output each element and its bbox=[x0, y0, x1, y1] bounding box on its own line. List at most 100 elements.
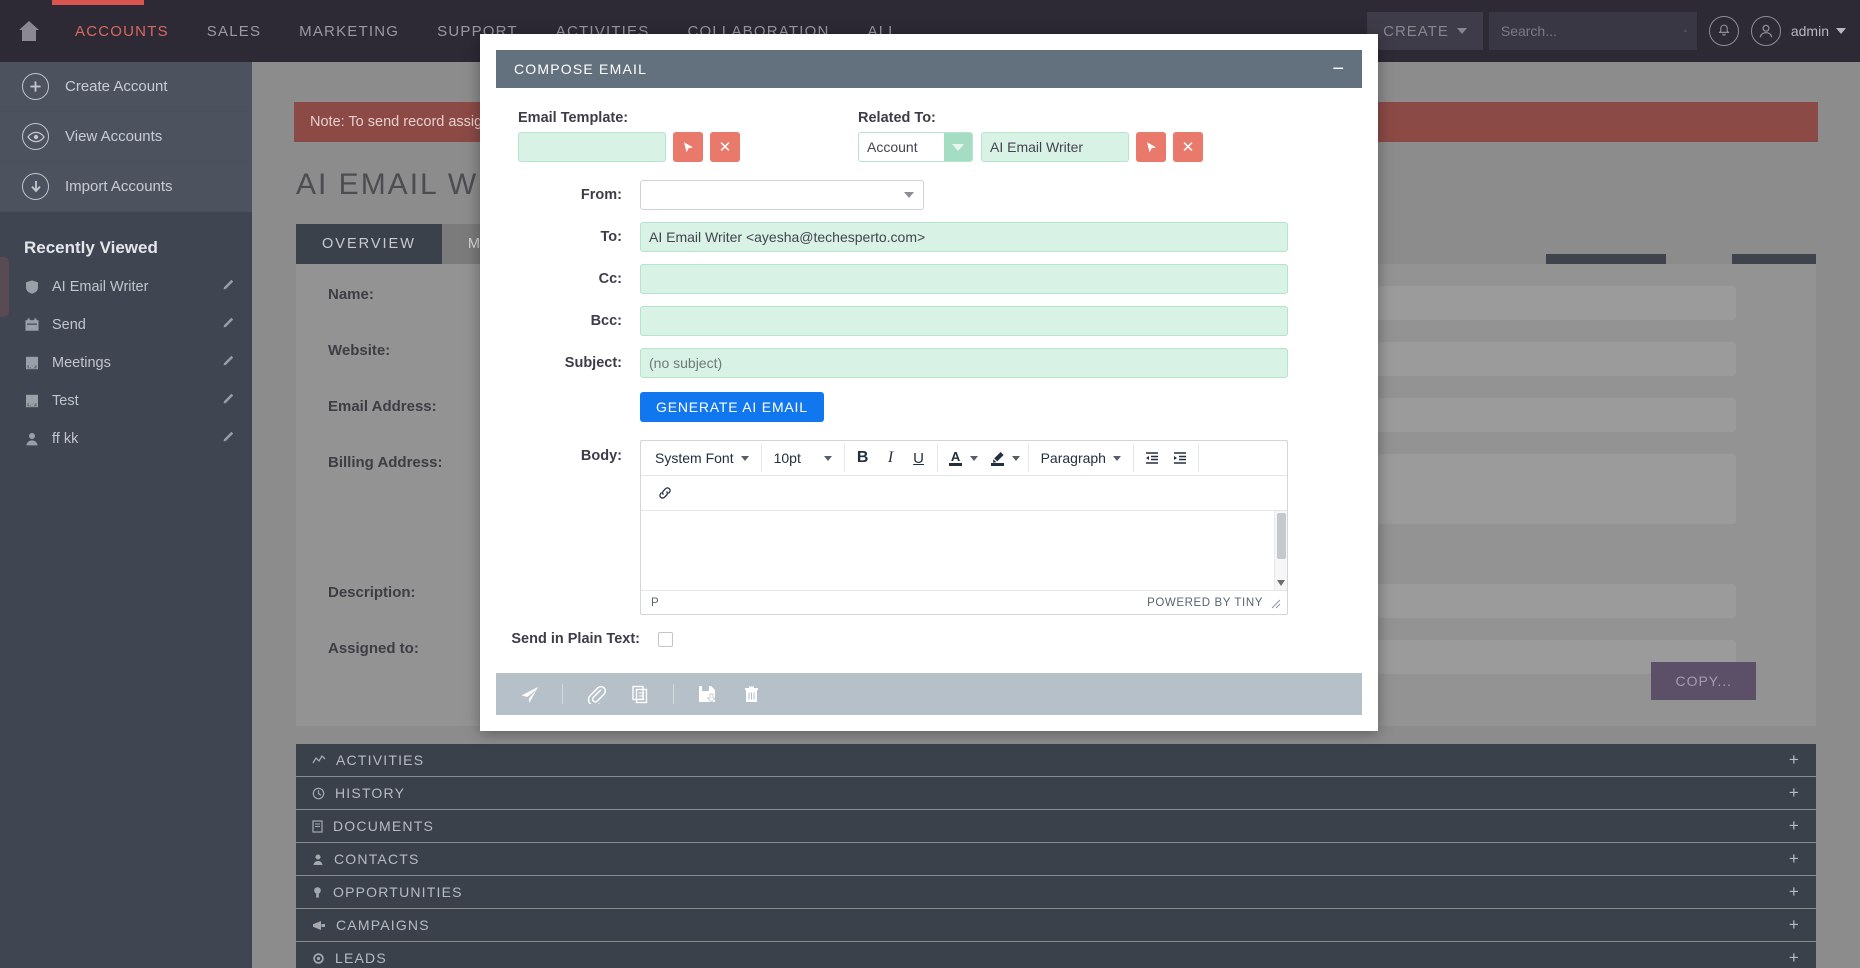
tab-overview[interactable]: OVERVIEW bbox=[296, 224, 442, 264]
recent-item-label: Test bbox=[52, 393, 79, 409]
edit-pencil-icon[interactable] bbox=[221, 391, 236, 411]
user-menu[interactable]: admin bbox=[1791, 23, 1846, 39]
copy-button[interactable]: COPY... bbox=[1651, 662, 1756, 700]
nav-right-group: CREATE admin bbox=[1367, 0, 1860, 62]
recent-item-ff-kk[interactable]: ff kk bbox=[0, 420, 252, 458]
font-family-select[interactable]: System Font bbox=[647, 444, 757, 472]
pdf-icon: PDF bbox=[24, 355, 40, 371]
cc-input[interactable] bbox=[640, 264, 1288, 294]
sidebar-item-create-account[interactable]: Create Account bbox=[0, 62, 252, 112]
text-color-icon[interactable]: A bbox=[942, 444, 970, 472]
paperclip-icon[interactable] bbox=[579, 677, 613, 711]
editor-toolbar-row-2 bbox=[641, 476, 1287, 511]
search-input[interactable] bbox=[1498, 22, 1684, 40]
related-to-select-button[interactable] bbox=[1136, 132, 1166, 162]
home-icon[interactable] bbox=[16, 18, 42, 44]
italic-button[interactable]: I bbox=[877, 444, 905, 472]
send-in-plain-text-checkbox[interactable] bbox=[658, 631, 673, 647]
recent-item-ai-email-writer[interactable]: AI Email Writer bbox=[0, 268, 252, 306]
modal-header: COMPOSE EMAIL − bbox=[496, 50, 1362, 88]
trash-icon[interactable] bbox=[734, 677, 768, 711]
email-template-clear-button[interactable]: ✕ bbox=[710, 132, 740, 162]
editor-element-path: P bbox=[651, 596, 660, 609]
expand-toggle[interactable]: + bbox=[1789, 750, 1800, 770]
nav-link-accounts[interactable]: ACCOUNTS bbox=[56, 23, 188, 40]
edit-pencil-icon[interactable] bbox=[221, 429, 236, 449]
panel-opportunities[interactable]: OPPORTUNITIES + bbox=[296, 876, 1816, 908]
create-button[interactable]: CREATE bbox=[1367, 12, 1483, 50]
recent-item-meetings[interactable]: PDF Meetings bbox=[0, 344, 252, 382]
highlight-color-icon[interactable] bbox=[984, 444, 1012, 472]
panel-label: LEADS bbox=[335, 950, 387, 966]
row-template-related: Email Template: ✕ Related To: Account AI… bbox=[500, 110, 1358, 162]
expand-toggle[interactable]: + bbox=[1789, 783, 1800, 803]
chevron-down-icon bbox=[740, 455, 749, 461]
row-cc: Cc: bbox=[500, 264, 1358, 294]
chevron-down-icon[interactable] bbox=[969, 455, 978, 461]
recent-item-send[interactable]: Send bbox=[0, 306, 252, 344]
nav-active-indicator bbox=[52, 0, 144, 5]
edit-pencil-icon[interactable] bbox=[221, 277, 236, 297]
resize-handle-icon[interactable] bbox=[1269, 597, 1281, 609]
search-icon[interactable] bbox=[1684, 21, 1687, 41]
subject-input[interactable] bbox=[640, 348, 1288, 378]
from-select[interactable] bbox=[640, 180, 924, 210]
panel-contacts[interactable]: CONTACTS + bbox=[296, 843, 1816, 875]
panel-documents[interactable]: DOCUMENTS + bbox=[296, 810, 1816, 842]
generate-ai-email-button[interactable]: GENERATE AI EMAIL bbox=[640, 392, 824, 422]
eye-icon bbox=[22, 123, 49, 150]
nav-link-sales[interactable]: SALES bbox=[188, 23, 280, 40]
indent-icon[interactable] bbox=[1166, 444, 1194, 472]
expand-toggle[interactable]: + bbox=[1789, 882, 1800, 902]
to-input[interactable] bbox=[640, 222, 1288, 252]
panel-history[interactable]: HISTORY + bbox=[296, 777, 1816, 809]
related-to-record-input[interactable] bbox=[981, 132, 1129, 162]
chevron-down-icon[interactable] bbox=[1011, 455, 1020, 461]
expand-toggle[interactable]: + bbox=[1789, 915, 1800, 935]
recent-item-label: Send bbox=[52, 317, 86, 333]
bold-button[interactable]: B bbox=[849, 444, 877, 472]
email-template-select-button[interactable] bbox=[673, 132, 703, 162]
email-template-input[interactable] bbox=[518, 132, 666, 162]
recent-item-test[interactable]: PDF Test bbox=[0, 382, 252, 420]
related-panels-list: ACTIVITIES + HISTORY + DOCUMENTS + CONTA… bbox=[296, 744, 1816, 968]
send-paper-plane-icon[interactable] bbox=[512, 677, 546, 711]
related-to-module-select[interactable]: Account bbox=[858, 132, 973, 162]
save-disk-icon[interactable] bbox=[690, 677, 724, 711]
panel-campaigns[interactable]: CAMPAIGNS + bbox=[296, 909, 1816, 941]
block-format-select[interactable]: Paragraph bbox=[1033, 444, 1129, 472]
related-to-clear-button[interactable]: ✕ bbox=[1173, 132, 1203, 162]
panel-leads[interactable]: LEADS + bbox=[296, 942, 1816, 968]
documents-icon[interactable] bbox=[623, 677, 657, 711]
create-button-label: CREATE bbox=[1383, 22, 1449, 40]
sidebar-item-import-accounts[interactable]: Import Accounts bbox=[0, 162, 252, 212]
scroll-down-arrow-icon[interactable] bbox=[1277, 580, 1285, 586]
panel-activities[interactable]: ACTIVITIES + bbox=[296, 744, 1816, 776]
editor-scrollbar[interactable] bbox=[1274, 511, 1287, 590]
toolbar-group-format: Paragraph bbox=[1029, 444, 1134, 472]
editor-content-area[interactable] bbox=[641, 511, 1287, 591]
bcc-input[interactable] bbox=[640, 306, 1288, 336]
expand-toggle[interactable]: + bbox=[1789, 849, 1800, 869]
notification-bell-icon[interactable] bbox=[1708, 16, 1739, 46]
font-size-select[interactable]: 10pt bbox=[766, 444, 840, 472]
link-icon[interactable] bbox=[651, 479, 679, 507]
sidebar-edge-handle[interactable] bbox=[0, 257, 9, 317]
user-avatar-icon[interactable] bbox=[1750, 16, 1781, 46]
expand-toggle[interactable]: + bbox=[1789, 948, 1800, 968]
nav-link-marketing[interactable]: MARKETING bbox=[280, 23, 418, 40]
minimize-icon[interactable]: − bbox=[1332, 59, 1344, 79]
modal-body: Email Template: ✕ Related To: Account AI… bbox=[480, 88, 1378, 647]
edit-pencil-icon[interactable] bbox=[221, 353, 236, 373]
sidebar-item-label: View Accounts bbox=[65, 128, 163, 145]
label-bcc: Bcc: bbox=[590, 313, 622, 329]
editor-toolbar-row-1: System Font 10pt B I U A Paragraph bbox=[641, 441, 1287, 476]
underline-button[interactable]: U bbox=[905, 444, 933, 472]
scrollbar-thumb[interactable] bbox=[1277, 513, 1286, 559]
global-search[interactable] bbox=[1488, 12, 1697, 50]
expand-toggle[interactable]: + bbox=[1789, 816, 1800, 836]
toolbar-group-indent bbox=[1134, 444, 1199, 472]
edit-pencil-icon[interactable] bbox=[221, 315, 236, 335]
outdent-icon[interactable] bbox=[1138, 444, 1166, 472]
sidebar-item-view-accounts[interactable]: View Accounts bbox=[0, 112, 252, 162]
